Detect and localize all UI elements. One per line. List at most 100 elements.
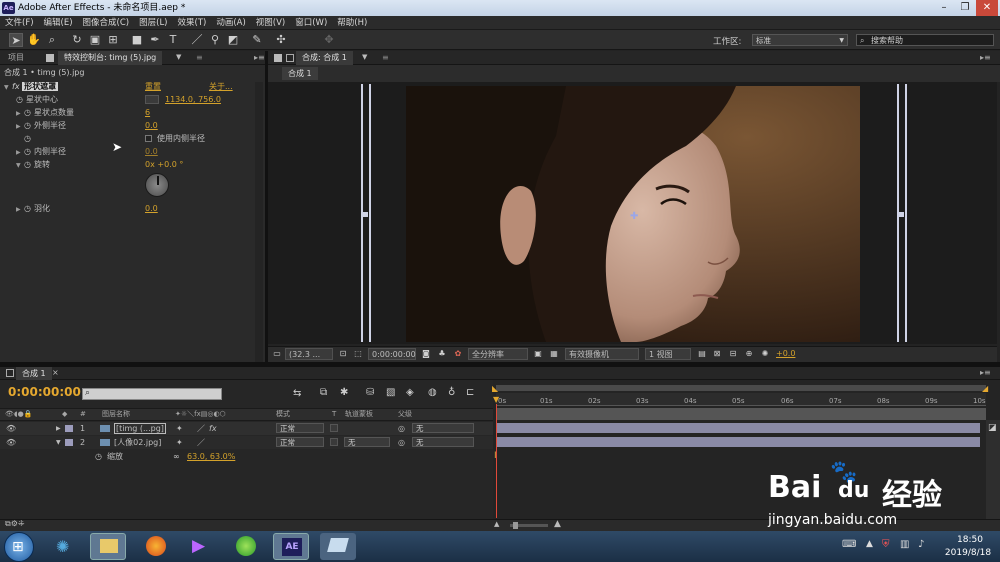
parent-dropdown[interactable]: 无 — [412, 423, 474, 433]
text-tool-icon[interactable]: T — [166, 33, 180, 47]
panel-options-icon[interactable]: ▸≡ — [254, 53, 265, 62]
puppet-tool-icon[interactable]: ✣ — [274, 33, 288, 47]
subtab-comp-1[interactable]: 合成 1 — [282, 67, 318, 80]
layer-1-duration-bar[interactable] — [497, 423, 980, 433]
panel-menu-icon[interactable]: ≡ — [196, 53, 203, 62]
expand-triangle-icon[interactable]: ▼ — [16, 159, 24, 172]
search-help-input[interactable]: ⌕ 搜索帮助 — [856, 34, 994, 46]
navigator-end-handle[interactable]: ◢ — [982, 384, 988, 393]
keyboard-tray-icon[interactable]: ⌨ — [842, 539, 856, 550]
layer-search-input[interactable]: ⌕ — [82, 388, 222, 400]
effect-switch-icon[interactable]: fx — [209, 422, 217, 435]
roto-brush-tool-icon[interactable]: ✎ — [250, 33, 264, 47]
expand-panel-icon[interactable]: ◪ — [988, 423, 997, 433]
quality-switch-icon[interactable]: ／ — [197, 422, 205, 435]
tab-dropdown-icon[interactable]: ▼ — [362, 53, 367, 61]
clone-stamp-tool-icon[interactable]: ⚲ — [208, 33, 222, 47]
preserve-transparency-checkbox[interactable] — [330, 424, 338, 432]
brush-tool-icon[interactable]: ／ — [190, 33, 204, 47]
network-tray-icon[interactable]: ▥ — [900, 539, 909, 550]
pan-behind-tool-icon[interactable]: ⊞ — [106, 33, 120, 47]
guide-handle-right[interactable] — [899, 212, 904, 217]
comp-flowchart-icon[interactable]: ⊕ — [743, 348, 755, 360]
comp-mini-flowchart-icon[interactable]: ⇆ — [293, 388, 301, 399]
exposure-value[interactable]: +0.0 — [776, 349, 795, 358]
security-tray-icon[interactable]: ⛨ — [882, 539, 890, 550]
minimize-button[interactable]: – — [934, 0, 954, 16]
menu-window[interactable]: 窗口(W) — [290, 16, 332, 30]
safe-zones-icon[interactable]: ⊡ — [337, 348, 349, 360]
camera-tool-icon[interactable]: ▣ — [88, 33, 102, 47]
stopwatch-icon[interactable]: ◷ — [24, 119, 34, 132]
layer-name[interactable]: [人像02.jpg] — [114, 436, 161, 449]
tab-project[interactable]: 项目 — [2, 51, 30, 65]
visibility-eye-icon[interactable]: 👁 — [6, 436, 16, 449]
menu-edit[interactable]: 编辑(E) — [39, 16, 78, 30]
expand-triangle-icon[interactable]: ▼ — [56, 436, 61, 449]
stopwatch-icon[interactable]: ◷ — [95, 450, 102, 463]
rotate-tool-icon[interactable]: ↻ — [70, 33, 84, 47]
tab-timeline-comp[interactable]: 合成 1 — [16, 367, 52, 380]
show-snapshot-icon[interactable]: ♣ — [436, 348, 448, 360]
timeline-timecode[interactable]: 0:00:00:00 — [8, 385, 81, 399]
time-navigator[interactable] — [496, 385, 986, 391]
effect-name[interactable]: 形状遮罩 — [22, 82, 59, 91]
prop-value[interactable]: 0.0 — [145, 202, 158, 215]
mode-dropdown[interactable]: 正常 — [276, 423, 324, 433]
preserve-transparency-checkbox[interactable] — [330, 438, 338, 446]
zoom-in-icon[interactable]: ▲ — [554, 519, 561, 529]
motion-blur-icon[interactable]: ▧ — [386, 387, 395, 398]
workspace-dropdown[interactable]: 标准 ▼ — [752, 34, 848, 46]
frame-blending-icon[interactable]: ⛁ — [366, 387, 374, 398]
views-dropdown[interactable]: 1 视图 — [645, 348, 691, 360]
shy-switch-icon[interactable]: ✦ — [176, 436, 183, 449]
auto-keyframe-icon[interactable]: ◍ — [428, 387, 437, 398]
region-of-interest-icon[interactable]: ▣ — [532, 348, 544, 360]
rotation-dial[interactable] — [145, 173, 169, 197]
after-effects-button[interactable]: AE — [273, 533, 309, 560]
resolution-dropdown[interactable]: 全分辨率 — [468, 348, 528, 360]
use-inner-radius-checkbox[interactable] — [145, 135, 152, 142]
stopwatch-icon[interactable]: ◷ — [16, 93, 26, 106]
firefox-button[interactable] — [138, 533, 174, 560]
current-time-display[interactable]: 0:00:00:00 — [368, 348, 416, 360]
timeline-scrollbar[interactable] — [986, 420, 1000, 519]
screenshot-tool-button[interactable] — [320, 533, 356, 560]
maximize-button[interactable]: ❐ — [955, 0, 975, 16]
mode-dropdown[interactable]: 正常 — [276, 437, 324, 447]
draft-3d-icon[interactable]: ⧉ — [320, 387, 327, 398]
menu-help[interactable]: 帮助(H) — [332, 16, 372, 30]
tab-dropdown-icon[interactable]: ▼ — [176, 53, 181, 61]
parent-dropdown[interactable]: 无 — [412, 437, 474, 447]
layer-name[interactable]: [timg (...pg] — [114, 423, 166, 434]
constrain-proportions-icon[interactable]: ∞ — [173, 450, 180, 463]
browser-button[interactable] — [228, 533, 264, 560]
track-matte-dropdown[interactable]: 无 — [344, 437, 390, 447]
table-row[interactable]: 👁 ▶ 1 [timg (...pg] ✦ ／ fx 正常 ◎ 无 — [0, 422, 493, 435]
tab-effect-controls[interactable]: 特效控制台: timg (5).jpg — [58, 51, 163, 65]
expand-triangle-icon[interactable]: ▶ — [16, 203, 24, 216]
navigator-start-handle[interactable]: ◣ — [492, 384, 498, 393]
graph-editor-icon[interactable]: ♁ — [448, 387, 455, 398]
footer-switch-icons[interactable]: ⧉⚙⁜ — [5, 519, 25, 529]
fx-icon[interactable]: fx — [12, 82, 20, 91]
col-layer-name[interactable]: 图层名称 — [102, 409, 130, 420]
camera-dropdown[interactable]: 有效摄像机 — [565, 348, 639, 360]
stopwatch-icon[interactable]: ◷ — [24, 158, 34, 171]
parent-pickwhip-icon[interactable]: ◎ — [398, 436, 405, 449]
table-row[interactable]: 👁 ▼ 2 [人像02.jpg] ✦ ／ 正常 无 ◎ 无 — [0, 436, 493, 449]
menu-view[interactable]: 视图(V) — [251, 16, 290, 30]
zoom-slider-thumb[interactable] — [513, 522, 518, 529]
reset-link[interactable]: 重置 — [145, 80, 161, 93]
eraser-tool-icon[interactable]: ◩ — [226, 33, 240, 47]
exposure-reset-icon[interactable]: ✺ — [759, 348, 771, 360]
hand-tool-icon[interactable]: ✋ — [27, 33, 41, 47]
guide-handle-left[interactable] — [363, 212, 368, 217]
media-player-button[interactable]: ✺ — [46, 533, 82, 560]
layer-label-color[interactable] — [65, 425, 73, 432]
zoom-tool-icon[interactable]: ⌕ — [45, 33, 59, 47]
quality-switch-icon[interactable]: ／ — [197, 436, 205, 449]
transparency-grid-icon[interactable]: ▦ — [548, 348, 560, 360]
start-button[interactable]: ⊞ — [4, 532, 34, 562]
layer-label-color[interactable] — [65, 439, 73, 446]
